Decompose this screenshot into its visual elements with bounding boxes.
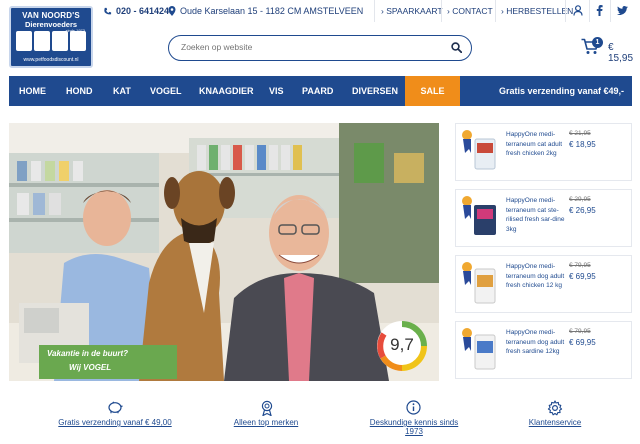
dog-icon	[16, 31, 32, 51]
link-herbestellen-label: HERBESTELLEN	[506, 6, 574, 16]
product-image	[462, 130, 496, 170]
nav-vis[interactable]: VIS	[269, 76, 284, 106]
phone-number: 020 - 6414243	[116, 6, 175, 16]
usp-expertise[interactable]: Deskundige kennis sinds 1973	[360, 418, 468, 436]
usp-free-shipping[interactable]: Gratis verzending vanaf € 49,00	[56, 418, 174, 427]
nav-home[interactable]: HOME	[19, 76, 46, 106]
divider	[441, 0, 442, 22]
address-info: Oude Karselaan 15 - 1182 CM AMSTELVEEN	[168, 6, 363, 16]
rating-badge[interactable]: 9,7	[376, 320, 428, 372]
link-contact-label: CONTACT	[452, 6, 493, 16]
hero-photo	[9, 123, 439, 381]
product-name[interactable]: HappyOne medi-terraneum dog adult fresh …	[506, 328, 568, 357]
divider	[374, 0, 375, 22]
facebook-icon[interactable]	[596, 5, 603, 16]
cart-total[interactable]: € 15,95	[608, 42, 640, 64]
product-price: € 18,95	[569, 140, 596, 149]
product-name[interactable]: HappyOne medi-terraneum cat adult fresh …	[506, 130, 568, 159]
link-spaarkaart-label: SPAARKAART	[386, 6, 443, 16]
product-price: € 26,95	[569, 206, 596, 215]
product-card[interactable]: HappyOne medi-terraneum cat adult fresh …	[455, 123, 632, 181]
logo-name: VAN NOORD'S	[22, 11, 80, 20]
info-icon	[406, 400, 421, 415]
logo-animal-icons	[16, 31, 86, 51]
nav-knaagdier[interactable]: KNAAGDIER	[199, 76, 254, 106]
free-shipping-banner: Gratis verzending vanaf €49,-	[498, 86, 624, 96]
divider	[589, 0, 590, 22]
product-image	[462, 262, 496, 304]
rating-score: 9,7	[390, 335, 414, 354]
phone-icon	[104, 7, 112, 14]
site-logo[interactable]: VAN NOORD'S Dierenvoeders sinds 1973 www…	[9, 6, 93, 68]
usp-top-brands[interactable]: Alleen top merken	[226, 418, 306, 427]
divider	[610, 0, 611, 22]
logo-url: www.petfoodsdiscount.nl	[23, 57, 79, 63]
nav-paard[interactable]: PAARD	[302, 76, 333, 106]
search-input[interactable]	[179, 41, 443, 53]
product-card[interactable]: HappyOne medi-terraneum dog adult fresh …	[455, 255, 632, 313]
divider	[565, 0, 566, 22]
search-bar[interactable]	[168, 35, 472, 61]
hero-image[interactable]: Vakantie in de buurt? Wij VOGEL	[9, 123, 439, 381]
hero-sign-line1: Vakantie in de buurt?	[47, 349, 129, 358]
bird-icon	[52, 31, 68, 51]
link-contact[interactable]: › CONTACT	[447, 6, 493, 16]
phone-info[interactable]: 020 - 6414243	[103, 6, 174, 16]
product-old-price: € 79,95	[569, 262, 591, 269]
nav-sale[interactable]: SALE	[405, 76, 460, 106]
address-text: Oude Karselaan 15 - 1182 CM AMSTELVEEN	[180, 6, 364, 16]
product-card[interactable]: HappyOne medi-terraneum dog adult fresh …	[455, 321, 632, 379]
usp-customer-service[interactable]: Klantenservice	[520, 418, 590, 427]
cat-icon	[34, 31, 50, 51]
product-image	[462, 328, 496, 370]
nav-diversen[interactable]: DIVERSEN	[352, 76, 398, 106]
gear-icon	[547, 400, 563, 416]
piggy-bank-icon	[108, 401, 123, 414]
user-icon[interactable]	[573, 5, 583, 16]
twitter-icon[interactable]	[617, 6, 628, 15]
nav-hond[interactable]: HOND	[66, 76, 93, 106]
rabbit-icon	[70, 31, 86, 51]
product-name[interactable]: HappyOne medi-terraneum cat ste-rilised …	[506, 196, 568, 234]
cart-count-badge: 1	[592, 37, 603, 48]
link-herbestellen[interactable]: › HERBESTELLEN	[501, 6, 573, 16]
link-spaarkaart[interactable]: › SPAARKAART	[381, 6, 443, 16]
divider	[495, 0, 496, 22]
nav-kat[interactable]: KAT	[113, 76, 131, 106]
product-old-price: € 29,95	[569, 196, 591, 203]
product-old-price: € 79,95	[569, 328, 591, 335]
nav-vogel[interactable]: VOGEL	[150, 76, 182, 106]
product-image	[462, 196, 496, 235]
main-navigation: HOME HOND KAT VOGEL KNAAGDIER VIS PAARD …	[9, 76, 632, 106]
product-name[interactable]: HappyOne medi-terraneum dog adult fresh …	[506, 262, 568, 291]
award-icon	[261, 400, 273, 416]
product-price: € 69,95	[569, 272, 596, 281]
product-old-price: € 21,95	[569, 130, 591, 137]
search-icon[interactable]	[451, 42, 462, 53]
hero-sign-line2: Wij VOGEL	[69, 363, 112, 372]
product-price: € 69,95	[569, 338, 596, 347]
location-pin-icon	[168, 6, 176, 16]
product-card[interactable]: HappyOne medi-terraneum cat ste-rilised …	[455, 189, 632, 247]
